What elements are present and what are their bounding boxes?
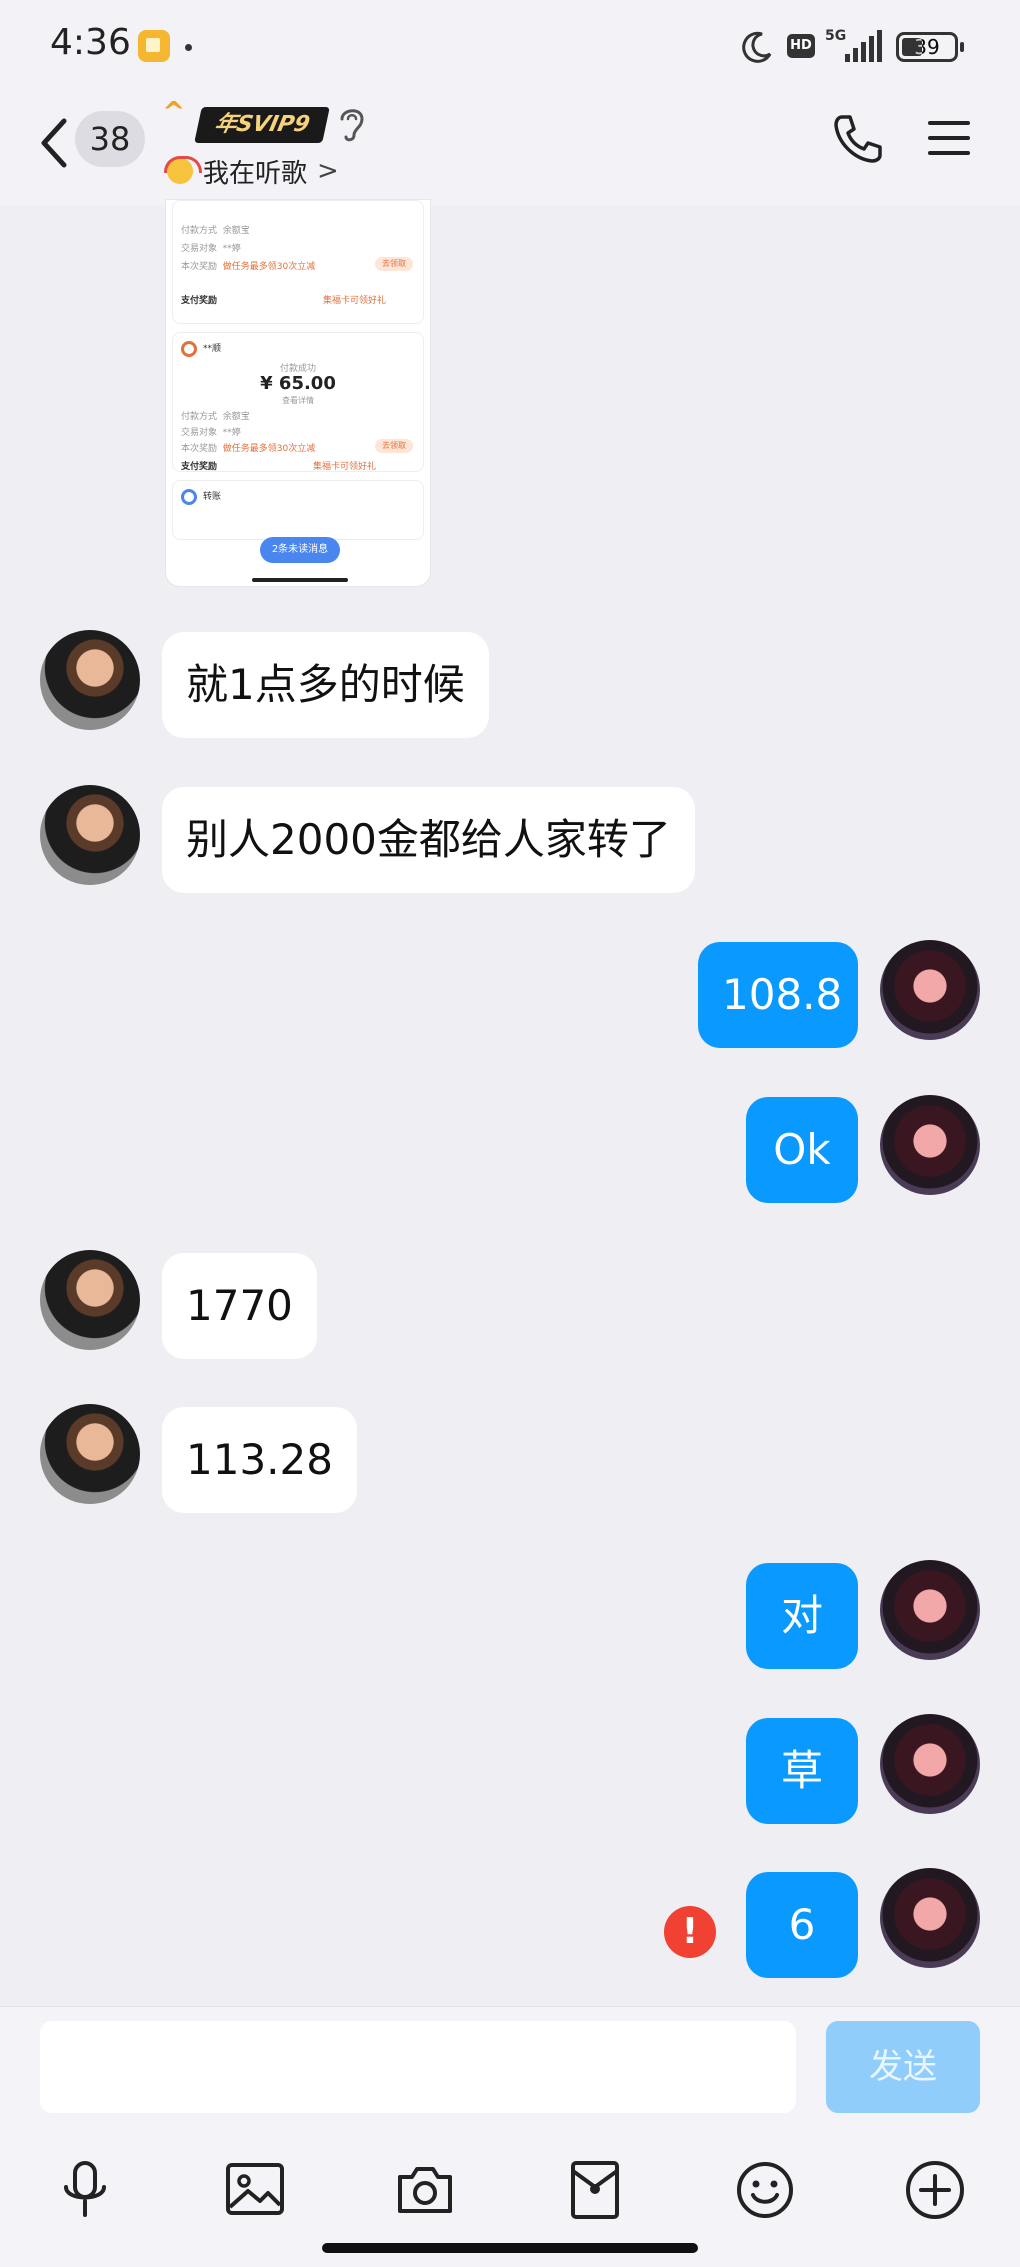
avatar-contact[interactable] (40, 1250, 140, 1350)
phone-call-icon[interactable] (830, 111, 886, 167)
shared-image-message[interactable]: 付款方式 余额宝 交易对象 **婷 本次奖励 做任务最多领30次立减 去领取 支… (166, 200, 430, 586)
pay-reward-label: 支付奖励 (181, 296, 218, 306)
screenshot-home-bar (252, 578, 348, 582)
claim-button: 去领取 (375, 257, 413, 271)
message-bubble-incoming[interactable]: 113.28 (162, 1407, 357, 1513)
menu-icon[interactable] (926, 115, 972, 161)
send-button[interactable]: 发送 (826, 2021, 980, 2113)
avatar-contact[interactable] (40, 630, 140, 730)
pay-reward-label-2: 支付奖励 (181, 462, 218, 472)
message-bubble-incoming[interactable]: 别人2000金都给人家转了 (162, 787, 695, 893)
message-bubble-outgoing[interactable]: 对 (746, 1563, 858, 1669)
caret-icon: ^ (162, 95, 186, 128)
battery-percent: 39 (914, 35, 940, 59)
unread-messages-pill: 2条未读消息 (260, 537, 340, 563)
pay-reward-link-2: 集福卡可领好礼 (313, 462, 377, 472)
avatar-self[interactable] (880, 1714, 980, 1814)
avatar-self[interactable] (880, 940, 980, 1040)
payment-amount: ¥ 65.00 (260, 373, 336, 394)
message-bubble-outgoing[interactable]: Ok (746, 1097, 858, 1203)
message-bubble-outgoing[interactable]: 草 (746, 1718, 858, 1824)
pay-method-value-2: 余额宝 (222, 412, 250, 422)
avatar-self[interactable] (880, 1868, 980, 1968)
camera-icon[interactable] (392, 2157, 458, 2223)
music-emoji-icon (164, 156, 202, 184)
avatar-contact[interactable] (40, 785, 140, 885)
svip-badge[interactable]: 年SVIP9 (194, 107, 330, 143)
emoji-icon[interactable] (732, 2157, 798, 2223)
composer: 发送 (0, 2006, 1020, 2267)
avatar-self[interactable] (880, 1095, 980, 1195)
status-time: 4:36 (50, 22, 131, 63)
merchant-icon (181, 341, 197, 357)
counterparty-label: 交易对象 (181, 244, 218, 254)
microphone-icon[interactable] (52, 2157, 118, 2223)
counterparty-value: **婷 (222, 244, 241, 254)
network-type-label: 5G (825, 28, 846, 44)
counterparty-label-2: 交易对象 (181, 428, 218, 438)
transfer-card: 转账 (172, 480, 424, 540)
reward-label: 本次奖励 (181, 262, 218, 272)
notes-notification-icon (138, 30, 170, 62)
payment-card-2: **顺 付款成功 ¥ 65.00 查看详情 付款方式 余额宝 交易对象 **婷 … (172, 332, 424, 472)
payment-card-1: 付款方式 余额宝 交易对象 **婷 本次奖励 做任务最多领30次立减 去领取 支… (172, 200, 424, 324)
pay-reward-link: 集福卡可领好礼 (323, 296, 387, 306)
reward-value: 做任务最多领30次立减 (222, 262, 316, 272)
pay-method-label: 付款方式 (181, 226, 218, 236)
send-failed-icon[interactable]: ! (664, 1906, 716, 1958)
chat-header: 38 ^ 年SVIP9 我在听歌 > (0, 95, 1020, 205)
home-indicator[interactable] (322, 2243, 698, 2253)
avatar-contact[interactable] (40, 1404, 140, 1504)
red-packet-icon[interactable] (562, 2157, 628, 2223)
back-arrow-icon[interactable] (30, 113, 80, 173)
battery-icon: 39 (896, 32, 964, 62)
ear-listen-icon[interactable] (336, 103, 368, 145)
reward-label-2: 本次奖励 (181, 444, 218, 454)
message-bubble-outgoing-failed[interactable]: 6 (746, 1872, 858, 1978)
view-detail-label: 查看详情 (282, 396, 314, 405)
message-bubble-incoming[interactable]: 1770 (162, 1253, 317, 1359)
transfer-label: 转账 (203, 492, 222, 502)
cellular-signal-icon: 5G (825, 28, 882, 62)
claim-button-2: 去领取 (375, 439, 413, 453)
do-not-disturb-moon-icon (742, 31, 772, 63)
notification-dot (185, 44, 192, 51)
listening-status[interactable]: 我在听歌 > (164, 151, 339, 191)
message-bubble-incoming[interactable]: 就1点多的时候 (162, 632, 489, 738)
avatar-self[interactable] (880, 1560, 980, 1660)
pay-method-value: 余额宝 (222, 226, 250, 236)
status-bar: 4:36 HD 5G 39 (0, 0, 1020, 95)
pay-method-label-2: 付款方式 (181, 412, 218, 422)
transfer-icon (181, 489, 197, 505)
message-input[interactable] (40, 2021, 796, 2113)
composer-toolbar (0, 2147, 1020, 2227)
merchant-name: **顺 (203, 344, 222, 354)
counterparty-value-2: **婷 (222, 428, 241, 438)
image-icon[interactable] (222, 2157, 288, 2223)
unread-count-badge[interactable]: 38 (75, 111, 145, 167)
chevron-right-icon: > (317, 156, 339, 186)
message-bubble-outgoing[interactable]: 108.8 (698, 942, 858, 1048)
plus-icon[interactable] (902, 2157, 968, 2223)
listening-status-text: 我在听歌 (203, 158, 308, 189)
hd-voice-icon: HD (787, 34, 815, 58)
reward-value-2: 做任务最多领30次立减 (222, 444, 316, 454)
